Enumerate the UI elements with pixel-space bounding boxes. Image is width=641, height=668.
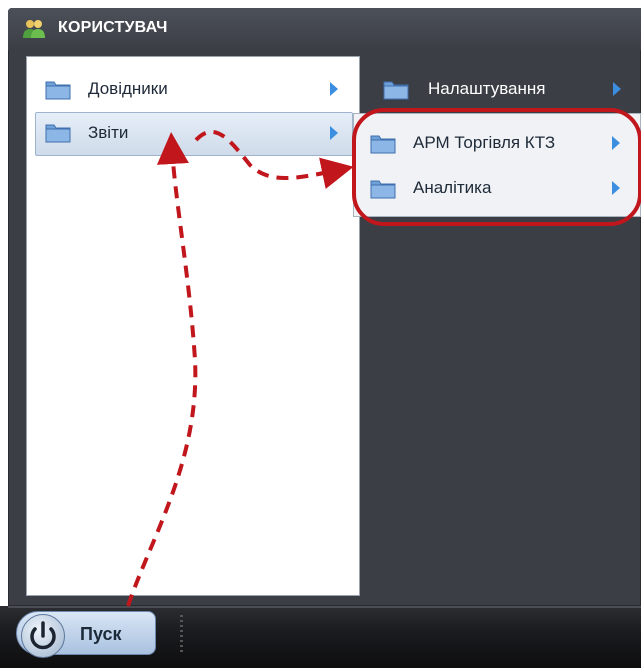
menu-item-dovidnyky[interactable]	[34, 68, 354, 110]
menu-item-zvity[interactable]	[35, 112, 353, 156]
folder-icon	[370, 180, 396, 199]
menu-item-label: Налаштування	[428, 79, 546, 98]
folder-icon	[370, 135, 396, 154]
chevron-right-icon	[330, 82, 338, 96]
folder-icon	[383, 81, 409, 100]
chevron-right-icon	[330, 126, 338, 140]
submenu-item-analityka[interactable]	[360, 166, 636, 208]
chevron-right-icon	[613, 82, 621, 96]
start-button-label: Пуск	[80, 624, 122, 644]
menu-item-label: Звіти	[88, 123, 129, 142]
submenu-item-label: Аналітика	[413, 178, 492, 197]
power-icon	[30, 621, 56, 650]
submenu-item-label: АРМ Торгівля КТЗ	[413, 133, 556, 152]
chevron-right-icon	[612, 136, 620, 150]
window-title: КОРИСТУВАЧ	[58, 19, 168, 36]
screen: КОРИСТУВАЧ Довідники Звіти Налаштування …	[0, 0, 641, 668]
taskbar-divider	[8, 606, 641, 608]
taskbar-grip	[180, 615, 183, 655]
folder-icon	[45, 81, 71, 100]
users-icon	[23, 20, 45, 38]
chevron-right-icon	[612, 181, 620, 195]
folder-icon	[45, 124, 71, 143]
menu-item-label: Довідники	[88, 79, 168, 98]
